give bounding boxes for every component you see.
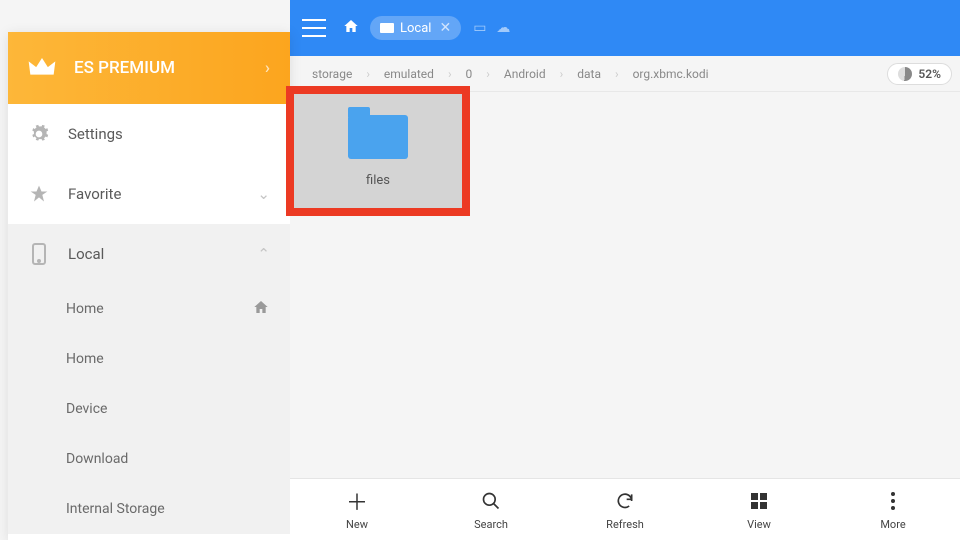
home-icon[interactable] [342, 18, 360, 39]
gear-icon [28, 124, 50, 144]
local-section: Local ⌃ Home Home Device Download Intern… [8, 224, 290, 534]
sidebar-item-device[interactable]: Device [8, 384, 290, 434]
sidebar-settings[interactable]: Settings [8, 104, 290, 164]
premium-banner[interactable]: ES PREMIUM › [8, 32, 290, 104]
storage-indicator[interactable]: 52% [887, 63, 952, 85]
storage-pct: 52% [918, 67, 941, 81]
storage-icon [380, 23, 394, 33]
search-label: Search [474, 518, 508, 531]
plus-icon: ＋ [346, 488, 368, 514]
sidebar: ES PREMIUM › Settings Favorite ⌄ Local ⌃… [8, 32, 290, 540]
menu-icon[interactable] [302, 19, 326, 37]
chevron-right-icon: › [265, 58, 270, 78]
sidebar-local[interactable]: Local ⌃ [8, 224, 290, 284]
close-icon[interactable]: ✕ [439, 20, 451, 36]
sub-label: Download [66, 451, 128, 467]
bottom-toolbar: ＋ New Search Refresh View More [290, 478, 960, 540]
phone-icon [28, 243, 50, 265]
sidebar-item-internal[interactable]: Internal Storage [8, 484, 290, 534]
tab-label: Local [400, 21, 431, 36]
crumb-storage[interactable]: storage [298, 67, 366, 81]
new-label: New [346, 518, 368, 531]
folder-icon [348, 115, 408, 159]
window-icon[interactable]: ▭ [473, 20, 486, 36]
search-icon [481, 488, 501, 514]
pie-icon [898, 67, 912, 81]
sub-label: Home [66, 301, 104, 317]
cloud-icon[interactable]: ☁ [496, 20, 510, 36]
chevron-up-icon: ⌃ [257, 245, 270, 263]
favorite-label: Favorite [68, 185, 121, 203]
local-label: Local [68, 245, 104, 263]
refresh-button[interactable]: Refresh [558, 479, 692, 540]
crumb-0[interactable]: 0 [452, 67, 487, 81]
folder-files[interactable]: files [286, 86, 470, 216]
search-button[interactable]: Search [424, 479, 558, 540]
settings-label: Settings [68, 125, 123, 143]
more-icon [891, 488, 895, 514]
new-button[interactable]: ＋ New [290, 479, 424, 540]
crumb-kodi[interactable]: org.xbmc.kodi [619, 67, 723, 81]
grid-icon [751, 488, 767, 514]
star-icon [28, 184, 50, 204]
more-label: More [880, 518, 905, 531]
tab-extra-icons: ▭ ☁ [473, 20, 510, 36]
sidebar-favorite[interactable]: Favorite ⌄ [8, 164, 290, 224]
view-button[interactable]: View [692, 479, 826, 540]
crumb-android[interactable]: Android [490, 67, 560, 81]
view-label: View [747, 518, 771, 531]
sub-label: Internal Storage [66, 501, 165, 517]
crumb-data[interactable]: data [563, 67, 615, 81]
folder-label: files [366, 173, 390, 188]
refresh-icon [615, 488, 635, 514]
file-grid: files [290, 92, 960, 478]
home-icon [252, 299, 270, 319]
more-button[interactable]: More [826, 479, 960, 540]
crown-icon [28, 58, 56, 78]
sidebar-item-home1[interactable]: Home [8, 284, 290, 334]
sidebar-item-home2[interactable]: Home [8, 334, 290, 384]
crumb-emulated[interactable]: emulated [370, 67, 448, 81]
tab-local[interactable]: Local ✕ [370, 16, 461, 40]
top-bar: Local ✕ ▭ ☁ [290, 0, 960, 56]
sub-label: Home [66, 351, 104, 367]
premium-label: ES PREMIUM [74, 58, 175, 78]
sidebar-item-download[interactable]: Download [8, 434, 290, 484]
chevron-down-icon: ⌄ [257, 185, 270, 203]
refresh-label: Refresh [606, 518, 644, 531]
sub-label: Device [66, 401, 107, 417]
